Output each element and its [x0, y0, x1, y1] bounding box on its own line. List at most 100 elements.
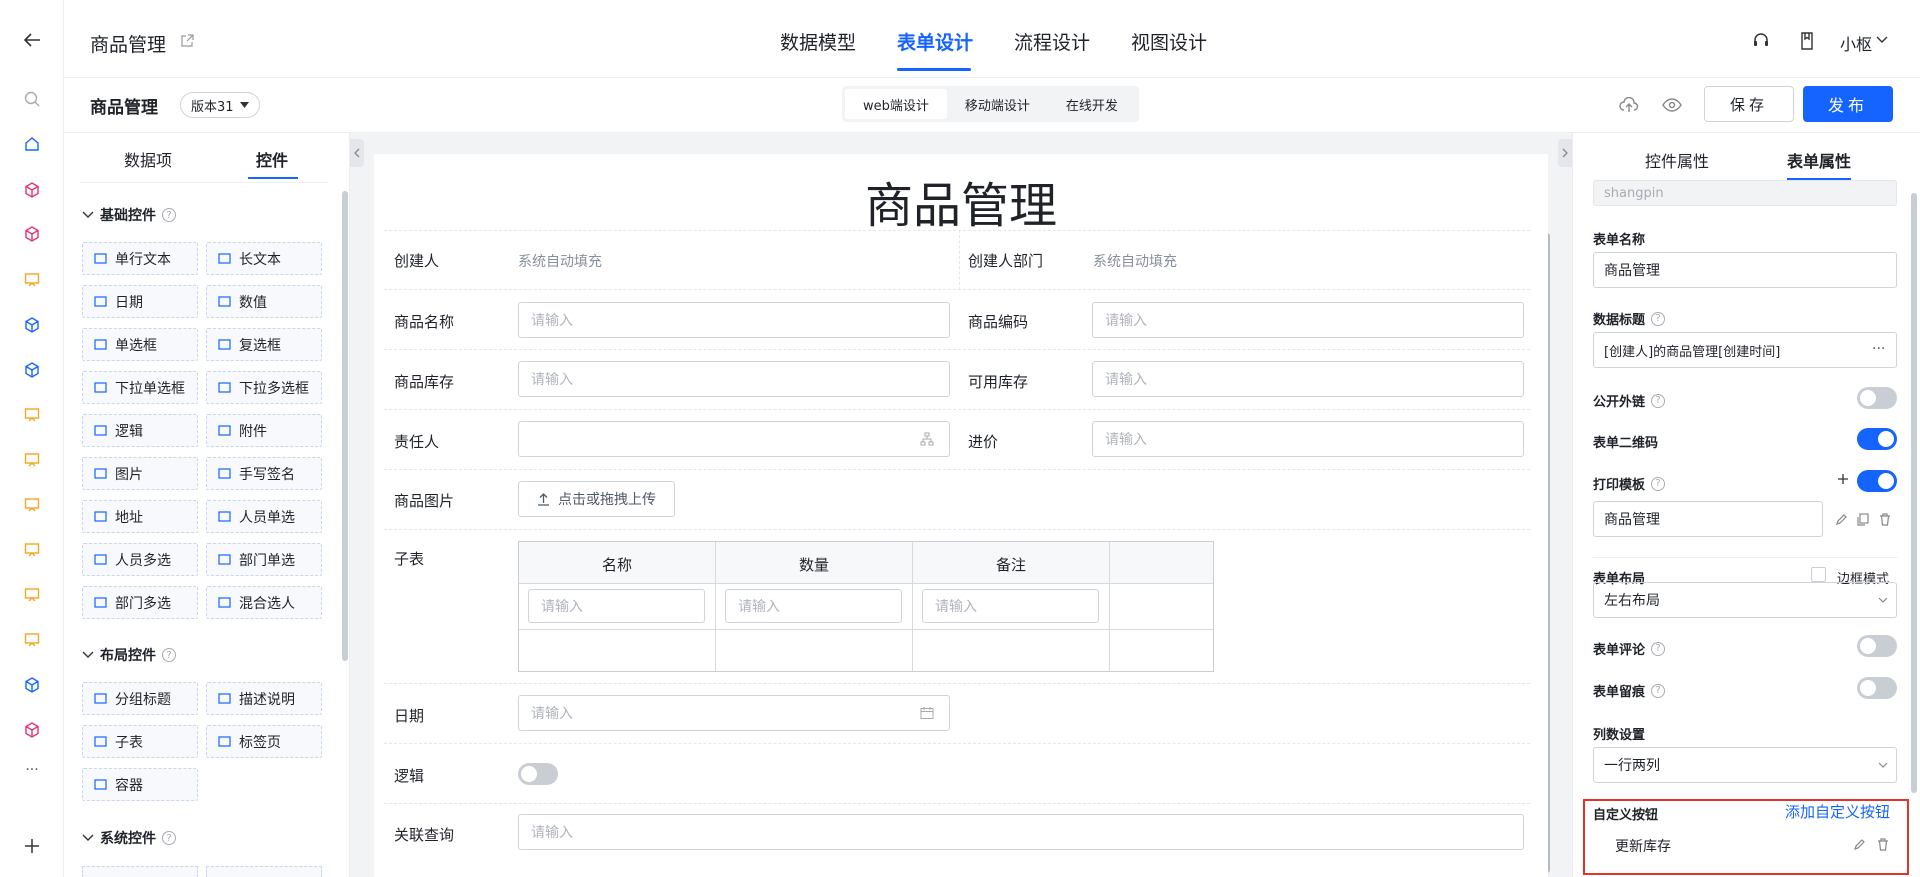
comment-toggle[interactable] [1857, 635, 1897, 657]
edit-icon[interactable] [1853, 838, 1866, 851]
tab-controls[interactable]: 控件 [256, 147, 288, 171]
board-orange-icon-6[interactable] [22, 585, 42, 605]
widget-chip[interactable]: 描述说明 [206, 682, 322, 715]
preview-eye-icon[interactable] [1662, 98, 1682, 112]
section-basic-controls[interactable]: 基础控件 ? [82, 205, 176, 225]
public-link-toggle[interactable] [1857, 387, 1897, 409]
widget-chip[interactable]: 逻辑 [82, 414, 198, 447]
cube-pink-icon-2[interactable] [22, 224, 42, 244]
print-template-input[interactable]: 商品管理 [1593, 501, 1823, 537]
board-orange-icon-7[interactable] [22, 630, 42, 650]
external-link-icon[interactable] [180, 34, 194, 48]
home-icon[interactable] [22, 134, 42, 154]
tab-flow-design[interactable]: 流程设计 [1014, 28, 1090, 55]
widget-chip[interactable]: 图片 [82, 457, 198, 490]
edit-icon[interactable] [1835, 513, 1848, 526]
widget-chip[interactable]: 人员多选 [82, 543, 198, 576]
calendar-icon[interactable] [920, 706, 934, 720]
mode-mobile[interactable]: 移动端设计 [947, 89, 1048, 119]
cloud-upload-icon[interactable] [1619, 97, 1639, 113]
help-icon[interactable]: ? [1651, 311, 1666, 326]
add-print-icon[interactable] [1837, 473, 1849, 485]
more-icon[interactable]: ··· [22, 760, 42, 780]
widget-chip[interactable]: 日期 [82, 285, 198, 318]
org-tree-icon[interactable] [920, 432, 934, 446]
owner-picker[interactable] [518, 421, 950, 457]
support-headset-icon[interactable] [1752, 32, 1770, 50]
logic-toggle[interactable] [518, 763, 558, 785]
tab-form-design[interactable]: 表单设计 [897, 28, 973, 55]
widget-chip[interactable]: 分组标题 [82, 682, 198, 715]
board-orange-icon-3[interactable] [22, 450, 42, 470]
stock-input[interactable]: 请输入 [518, 361, 950, 397]
save-button[interactable]: 保存 [1704, 86, 1794, 122]
delete-icon[interactable] [1877, 838, 1889, 851]
subtable-remark-input[interactable]: 请输入 [922, 589, 1099, 623]
widget-chip[interactable]: 单选框 [82, 328, 198, 361]
plus-icon[interactable] [22, 836, 42, 856]
widget-chip[interactable]: 地址 [82, 500, 198, 533]
layout-select[interactable]: 左右布局 [1593, 582, 1897, 618]
search-icon[interactable] [22, 89, 42, 109]
widget-chip[interactable]: 数值 [206, 285, 322, 318]
data-title-input[interactable]: [创建人]的商品管理[创建时间] ··· [1593, 332, 1897, 368]
subtable-name-input[interactable]: 请输入 [528, 589, 705, 623]
columns-select[interactable]: 一行两列 [1593, 747, 1897, 783]
widget-chip[interactable]: 下拉多选框 [206, 371, 322, 404]
board-orange-icon[interactable] [22, 270, 42, 290]
version-select[interactable]: 版本31 [180, 92, 260, 118]
section-layout-controls[interactable]: 布局控件 ? [82, 645, 176, 665]
tab-data-items[interactable]: 数据项 [124, 147, 172, 171]
delete-icon[interactable] [1879, 513, 1891, 526]
cube-pink-icon-3[interactable] [22, 720, 42, 740]
collapse-right-button[interactable] [1558, 139, 1572, 167]
print-toggle[interactable] [1857, 470, 1897, 492]
cube-blue-icon[interactable] [22, 315, 42, 335]
qrcode-toggle[interactable] [1857, 428, 1897, 450]
widget-chip[interactable]: 附件 [206, 414, 322, 447]
cube-pink-icon[interactable] [22, 180, 42, 200]
widget-chip[interactable]: 手写签名 [206, 457, 322, 490]
mode-web[interactable]: web端设计 [845, 89, 947, 119]
mode-online-dev[interactable]: 在线开发 [1048, 89, 1136, 119]
help-icon[interactable]: ? [162, 831, 176, 845]
widget-scrollbar[interactable] [342, 191, 348, 661]
available-input[interactable]: 请输入 [1092, 361, 1524, 397]
help-icon[interactable]: ? [1651, 393, 1666, 408]
widget-chip[interactable]: 标签页 [206, 725, 322, 758]
cube-blue-icon-3[interactable] [22, 675, 42, 695]
tab-view-design[interactable]: 视图设计 [1131, 28, 1207, 55]
section-system-controls[interactable]: 系统控件 ? [82, 828, 176, 848]
widget-chip[interactable]: 子表 [82, 725, 198, 758]
widget-chip[interactable]: 下拉单选框 [82, 371, 198, 404]
widget-chip[interactable]: 长文本 [206, 242, 322, 275]
tab-control-props[interactable]: 控件属性 [1645, 148, 1709, 172]
tab-form-props[interactable]: 表单属性 [1787, 148, 1851, 172]
tab-data-model[interactable]: 数据模型 [780, 28, 856, 55]
document-icon[interactable] [1800, 32, 1814, 50]
widget-chip[interactable]: 部门单选 [206, 543, 322, 576]
more-icon[interactable]: ··· [1872, 341, 1885, 357]
help-icon[interactable]: ? [162, 648, 176, 662]
widget-chip[interactable]: 复选框 [206, 328, 322, 361]
add-custom-button-link[interactable]: 添加自定义按钮 [1785, 801, 1890, 822]
form-name-input[interactable]: 商品管理 [1593, 252, 1897, 288]
widget-chip[interactable]: 人员单选 [206, 500, 322, 533]
name-input[interactable]: 请输入 [518, 302, 950, 338]
board-orange-icon-5[interactable] [22, 540, 42, 560]
trace-toggle[interactable] [1857, 677, 1897, 699]
query-input[interactable]: 请输入 [518, 814, 1524, 850]
chip-partial[interactable] [206, 866, 322, 877]
help-icon[interactable]: ? [162, 208, 176, 222]
board-orange-icon-4[interactable] [22, 495, 42, 515]
widget-chip[interactable]: 容器 [82, 768, 198, 801]
user-name[interactable]: 小枢 [1840, 31, 1872, 55]
cube-blue-icon-2[interactable] [22, 360, 42, 380]
chip-partial[interactable] [82, 866, 198, 877]
chevron-down-icon[interactable] [1876, 36, 1888, 44]
code-input[interactable]: 请输入 [1092, 302, 1524, 338]
date-input[interactable]: 请输入 [518, 695, 950, 731]
board-orange-icon-2[interactable] [22, 405, 42, 425]
widget-chip[interactable]: 混合选人 [206, 586, 322, 619]
subtable-qty-input[interactable]: 请输入 [725, 589, 902, 623]
